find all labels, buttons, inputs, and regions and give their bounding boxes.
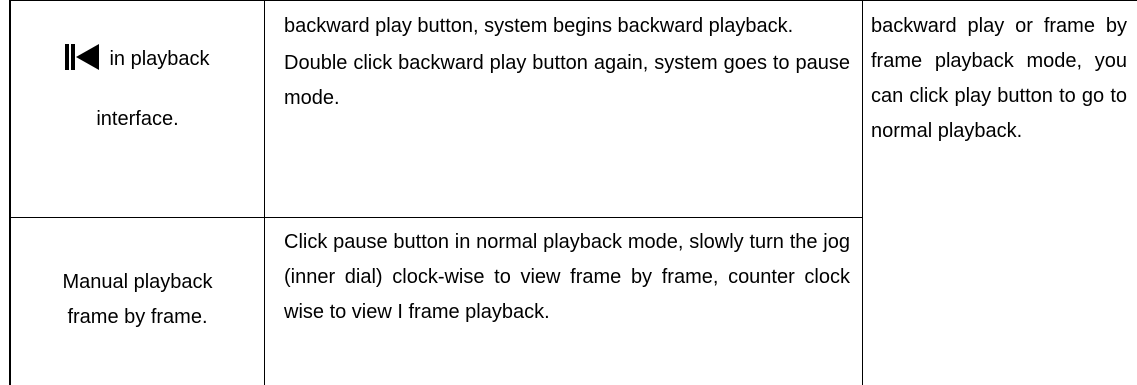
row1-description-para2: Double click backward play button again,… — [284, 52, 850, 109]
row1-label-line2: interface. — [96, 108, 179, 130]
row1-description-cell: backward play button, system begins back… — [284, 9, 850, 116]
backward-play-icon — [65, 44, 100, 82]
column-divider-1 — [264, 0, 265, 385]
row1-label-cell: in playback interface. — [11, 42, 264, 137]
row-divider — [9, 217, 862, 218]
playback-table: in playback interface. backward play but… — [9, 0, 1137, 385]
column-divider-2 — [862, 0, 863, 385]
row2-label-cell: Manual playback frame by frame. — [11, 265, 264, 335]
row2-description-cell: Click pause button in normal playback mo… — [284, 225, 850, 330]
note-cell: backward play or frame by frame playback… — [871, 9, 1127, 149]
row1-label-text: in playback — [109, 48, 210, 70]
row1-description-para1: backward play button, system begins back… — [284, 15, 794, 37]
table-top-border — [9, 0, 1137, 1]
row2-description-para1: Click pause button in normal playback mo… — [284, 231, 850, 323]
row2-label-line1: Manual playback — [62, 271, 213, 293]
row2-label-line2: frame by frame. — [67, 306, 208, 328]
note-text: backward play or frame by frame playback… — [871, 15, 1127, 142]
